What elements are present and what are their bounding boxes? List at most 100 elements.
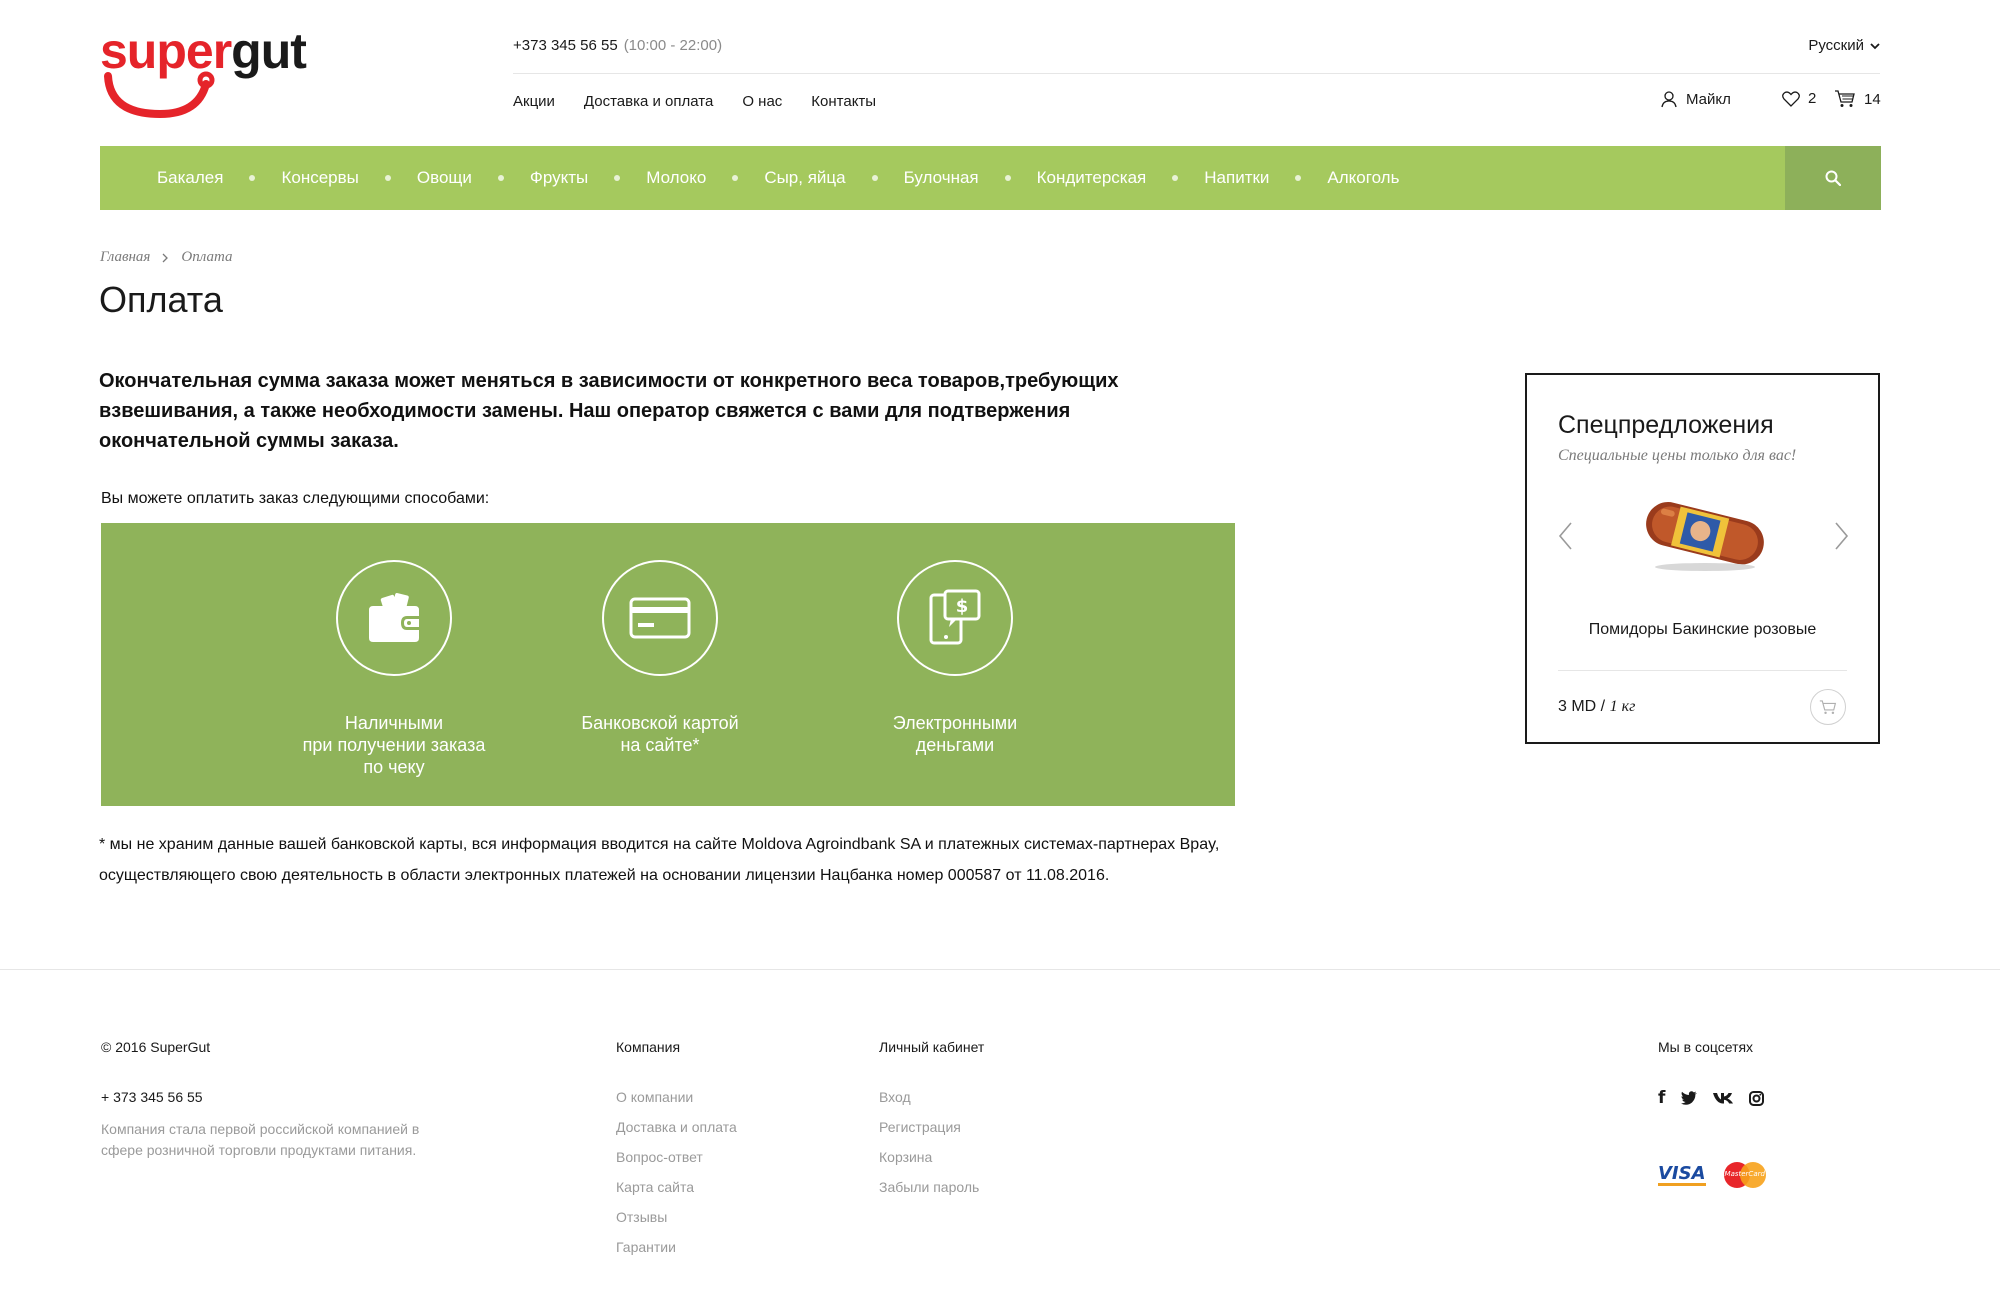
add-to-cart-button[interactable] [1810, 689, 1846, 725]
credit-card-icon [629, 597, 691, 639]
category-bakery[interactable]: Булочная [904, 168, 979, 188]
instagram-icon[interactable] [1749, 1090, 1765, 1106]
category-list: Бакалея Консервы Овощи Фрукты Молоко Сыр… [157, 146, 1399, 210]
category-separator [497, 175, 504, 181]
cart-count: 14 [1864, 90, 1881, 108]
footer-account-title: Личный кабинет [879, 1039, 985, 1055]
category-separator [871, 175, 878, 181]
carousel-prev-button[interactable] [1557, 521, 1573, 556]
footer-link-faq[interactable]: Вопрос-ответ [616, 1149, 737, 1165]
footer-link-about[interactable]: О компании [616, 1089, 737, 1105]
payment-method-label: Наличными при получении заказа по чеку [302, 713, 486, 777]
payment-method-label: Электронными деньгами [892, 713, 1018, 755]
price-value: 3 MD [1558, 698, 1597, 715]
footer-link-guarantees[interactable]: Гарантии [616, 1239, 737, 1255]
category-canned[interactable]: Консервы [281, 168, 358, 188]
special-offer-widget: Спецпредложения Специальные цены только … [1525, 373, 1880, 744]
wallet-icon [369, 593, 419, 642]
user-name: Майкл [1686, 90, 1731, 108]
payment-security-note: * мы не храним данные вашей банковской к… [99, 836, 1220, 884]
category-separator [249, 175, 256, 181]
category-grocery[interactable]: Бакалея [157, 168, 223, 188]
svg-text:$: $ [956, 596, 969, 617]
footer-link-register[interactable]: Регистрация [879, 1119, 979, 1135]
twitter-icon[interactable] [1681, 1091, 1698, 1105]
breadcrumb: Главная Оплата [100, 249, 232, 266]
price-separator: / [1596, 698, 1610, 715]
footer-divider [0, 969, 2000, 970]
language-label: Русский [1808, 37, 1864, 54]
category-milk[interactable]: Молоко [646, 168, 706, 188]
payment-method-cash: Наличными при получении заказа по чеку [288, 560, 500, 778]
language-selector[interactable]: Русский [1808, 37, 1880, 54]
chevron-right-icon [1835, 522, 1849, 550]
offer-divider [1558, 670, 1847, 671]
payment-method-emoney: $ Электронными деньгами [855, 560, 1055, 756]
category-fruits[interactable]: Фрукты [530, 168, 588, 188]
mobile-payment-icon: $ [929, 589, 981, 645]
footer-link-reviews[interactable]: Отзывы [616, 1209, 737, 1225]
cart[interactable]: 14 [1834, 90, 1881, 108]
nav-delivery[interactable]: Доставка и оплата [584, 93, 713, 110]
footer-copyright: © 2016 SuperGut [101, 1039, 211, 1055]
nav-contacts[interactable]: Контакты [811, 93, 876, 110]
footer-link-delivery[interactable]: Доставка и оплата [616, 1119, 737, 1135]
category-alcohol[interactable]: Алкоголь [1327, 168, 1399, 188]
mastercard-logo: MasterCard [1723, 1162, 1766, 1188]
vk-icon[interactable] [1713, 1092, 1734, 1104]
cart-icon [1835, 90, 1855, 107]
header-phone[interactable]: +373 345 56 55 (10:00 - 22:00) [513, 37, 722, 54]
social-links: f [1658, 1088, 1765, 1108]
favorites-count: 2 [1808, 90, 1817, 107]
product-image[interactable] [1637, 493, 1772, 573]
nav-about[interactable]: О нас [742, 93, 782, 110]
user-icon [1661, 91, 1677, 108]
payment-method-icon-circle [602, 560, 718, 676]
phone-number: +373 345 56 55 [513, 37, 618, 54]
special-offer-subtitle: Специальные цены только для вас! [1558, 447, 1797, 464]
category-drinks[interactable]: Напитки [1204, 168, 1269, 188]
search-button[interactable] [1785, 146, 1881, 210]
footer-company-links: О компании Доставка и оплата Вопрос-отве… [616, 1089, 737, 1255]
footer-phone[interactable]: + 373 345 56 55 [101, 1089, 203, 1105]
payment-method-label: Банковской картой на сайте* [581, 713, 739, 755]
logo-text-gut: gut [231, 23, 307, 79]
nav-promotions[interactable]: Акции [513, 93, 555, 110]
footer-company-title: Компания [616, 1039, 681, 1055]
footer-link-forgot-password[interactable]: Забыли пароль [879, 1179, 979, 1195]
category-separator [614, 175, 621, 181]
footer-link-login[interactable]: Вход [879, 1089, 979, 1105]
breadcrumb-home[interactable]: Главная [100, 249, 150, 266]
chevron-left-icon [1558, 522, 1572, 550]
chevron-right-icon [162, 253, 169, 262]
carousel-next-button[interactable] [1834, 521, 1850, 556]
category-cheese-eggs[interactable]: Сыр, яйца [764, 168, 845, 188]
page-title: Оплата [99, 279, 223, 320]
product-name[interactable]: Помидоры Бакинские розовые [1527, 621, 1878, 639]
top-navigation: Акции Доставка и оплата О нас Контакты [513, 93, 876, 110]
payment-method-icon-circle [336, 560, 452, 676]
header-divider [513, 73, 1880, 74]
user-account[interactable]: Майкл [1660, 90, 1731, 108]
visa-logo: VISA [1658, 1162, 1706, 1186]
facebook-icon[interactable]: f [1658, 1088, 1665, 1108]
category-confectionery[interactable]: Кондитерская [1037, 168, 1147, 188]
favorites[interactable]: 2 [1782, 90, 1816, 107]
logo[interactable]: supergut [100, 26, 307, 122]
payment-cards: VISA MasterCard [1658, 1162, 1766, 1188]
working-hours: (10:00 - 22:00) [623, 37, 723, 54]
payment-method-card: Банковской картой на сайте* [560, 560, 760, 756]
footer-link-sitemap[interactable]: Карта сайта [616, 1179, 737, 1195]
category-separator [1004, 175, 1011, 181]
footer-social-title: Мы в соцсетях [1658, 1039, 1754, 1055]
category-separator [1295, 175, 1302, 181]
chevron-down-icon [1870, 42, 1880, 49]
category-vegetables[interactable]: Овощи [417, 168, 472, 188]
search-icon [1825, 170, 1841, 186]
payment-method-icon-circle: $ [897, 560, 1013, 676]
category-separator [1172, 175, 1179, 181]
cart-icon [1819, 699, 1837, 714]
breadcrumb-current: Оплата [181, 249, 233, 265]
footer-link-cart[interactable]: Корзина [879, 1149, 979, 1165]
payment-intro: Окончательная сумма заказа может менятьс… [99, 370, 1119, 452]
